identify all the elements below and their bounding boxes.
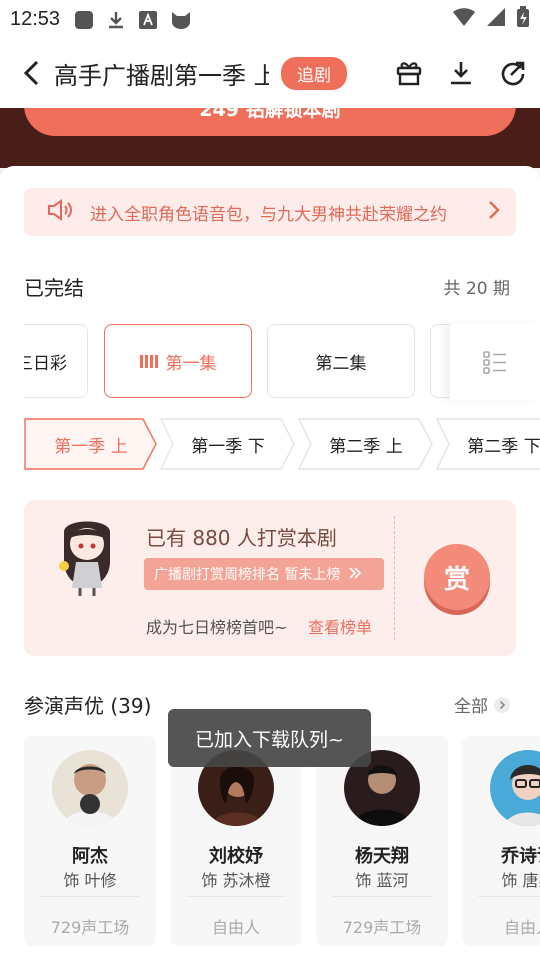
chevron-right-circle-icon xyxy=(494,696,510,713)
cast-card[interactable]: 刘校妤 饰 苏沐橙 自由人 xyxy=(170,736,302,946)
battery-icon xyxy=(516,6,530,32)
playing-bars-icon xyxy=(139,354,158,368)
cast-role: 饰 苏沐橙 xyxy=(201,871,271,890)
episode-item-2[interactable]: 第二集 xyxy=(267,324,415,398)
episode-item-3[interactable] xyxy=(430,324,450,398)
download-button[interactable] xyxy=(446,58,476,88)
episode-count: 共 20 期 xyxy=(443,279,510,299)
unlock-drama-button[interactable]: 249 钻解锁本剧 xyxy=(24,108,516,136)
speaker-icon xyxy=(46,198,76,227)
episode-label: 第一集 xyxy=(165,353,217,374)
page-title: 高手广播剧第一季 上 xyxy=(54,61,269,90)
download-icon xyxy=(451,62,471,85)
hero-banner: 249 钻解锁本剧 xyxy=(0,108,540,168)
cast-studio: 729声工场 xyxy=(50,918,130,937)
app-notification-icon xyxy=(74,10,94,29)
season-label: 第一季 上 xyxy=(54,436,128,457)
share-button[interactable] xyxy=(498,58,528,88)
season-label: 第二季 上 xyxy=(329,436,403,457)
download-notification-icon xyxy=(106,10,124,29)
reward-divider xyxy=(394,516,395,640)
chevron-left-icon xyxy=(23,60,39,86)
cast-name: 杨天翔 xyxy=(355,846,409,867)
status-bar: 12:53 xyxy=(0,0,540,38)
voice-pack-notice[interactable]: 进入全职角色语音包，与九大男神共赴荣耀之约 xyxy=(24,188,516,236)
cat-notification-icon xyxy=(170,10,191,29)
episodes-header: 已完结 共 20 期 xyxy=(24,272,510,301)
episode-label: 第二集 xyxy=(315,353,367,374)
cast-card[interactable]: 杨天翔 饰 蓝河 729声工场 xyxy=(316,736,448,946)
cast-studio: 自由人 xyxy=(503,918,540,937)
cast-role: 饰 蓝河 xyxy=(355,871,409,890)
cast-studio: 729声工场 xyxy=(342,918,422,937)
cast-name: 刘校妤 xyxy=(209,846,263,867)
view-ranking-link[interactable]: 查看榜单 xyxy=(308,614,372,638)
chevron-right-icon xyxy=(488,200,500,225)
reward-count-text: 已有 880 人打赏本剧 xyxy=(146,526,337,550)
episode-list: 三日彩 第一集 第二集 xyxy=(24,324,450,400)
reward-button[interactable]: 赏 xyxy=(424,544,490,610)
share-icon xyxy=(501,61,525,86)
cast-divider xyxy=(186,896,286,897)
season-tab-2[interactable]: 第一季 下 xyxy=(160,418,296,470)
avatar xyxy=(52,750,128,826)
season-label: 第一季 下 xyxy=(191,436,265,457)
list-icon xyxy=(483,351,506,374)
wifi-icon xyxy=(452,7,476,31)
reward-subtitle: 成为七日榜榜首吧~ xyxy=(146,618,288,637)
season-label: 第二季 下 xyxy=(467,436,540,457)
episode-label: 三日彩 xyxy=(24,353,67,374)
season-tab-1[interactable]: 第一季 上 xyxy=(24,418,158,470)
cast-card[interactable]: 乔诗语 饰 唐柔 自由人 xyxy=(462,736,540,946)
font-notification-icon xyxy=(138,10,158,29)
follow-button[interactable]: 追剧 xyxy=(281,56,347,90)
cast-divider xyxy=(332,896,432,897)
episodes-status-title: 已完结 xyxy=(24,276,84,300)
cast-all-button[interactable]: 全部 xyxy=(454,692,510,717)
signal-icon xyxy=(486,7,506,31)
top-nav-bar: 高手广播剧第一季 上 追剧 xyxy=(0,38,540,108)
episode-item-extra[interactable]: 三日彩 xyxy=(24,324,88,398)
double-chevron-right-icon xyxy=(348,565,362,584)
cast-studio: 自由人 xyxy=(211,918,260,937)
season-tab-4[interactable]: 第二季 下 xyxy=(436,418,540,470)
cast-name: 阿杰 xyxy=(72,846,108,867)
gift-button[interactable] xyxy=(394,58,424,88)
main-content: 进入全职角色语音包，与九大男神共赴荣耀之约 已完结 共 20 期 三日彩 第一集… xyxy=(0,166,540,960)
cast-name: 乔诗语 xyxy=(501,846,540,867)
notice-text: 进入全职角色语音包，与九大男神共赴荣耀之约 xyxy=(90,204,447,225)
rank-tag-text: 广播剧打赏周榜排名 暂未上榜 xyxy=(154,567,341,583)
cast-role: 饰 唐柔 xyxy=(501,871,540,890)
download-toast: 已加入下载队列~ xyxy=(168,709,371,767)
episode-item-1[interactable]: 第一集 xyxy=(104,324,252,398)
episode-list-toggle[interactable] xyxy=(450,324,540,400)
cast-card[interactable]: 阿杰 饰 叶修 729声工场 xyxy=(24,736,156,946)
cast-title: 参演声优 (39) xyxy=(24,694,152,718)
back-button[interactable] xyxy=(12,53,52,93)
weekly-rank-tag[interactable]: 广播剧打赏周榜排名 暂未上榜 xyxy=(144,558,384,590)
gift-icon xyxy=(396,62,422,86)
cast-all-label: 全部 xyxy=(454,697,488,717)
reward-card: 已有 880 人打赏本剧 广播剧打赏周榜排名 暂未上榜 成为七日榜榜首吧~ 查看… xyxy=(24,500,516,656)
cast-list: 阿杰 饰 叶修 729声工场 刘校妤 饰 苏沐橙 自由人 杨天翔 饰 蓝河 72… xyxy=(24,736,540,946)
chibi-mascot-icon xyxy=(50,514,124,600)
cast-role: 饰 叶修 xyxy=(63,871,117,890)
season-tab-3[interactable]: 第二季 上 xyxy=(298,418,434,470)
status-time: 12:53 xyxy=(10,7,61,30)
cast-divider xyxy=(40,896,140,897)
season-tabs: 第一季 上 第一季 下 第二季 上 第二季 下 xyxy=(24,418,540,470)
cast-divider xyxy=(478,896,540,897)
avatar xyxy=(490,750,540,826)
